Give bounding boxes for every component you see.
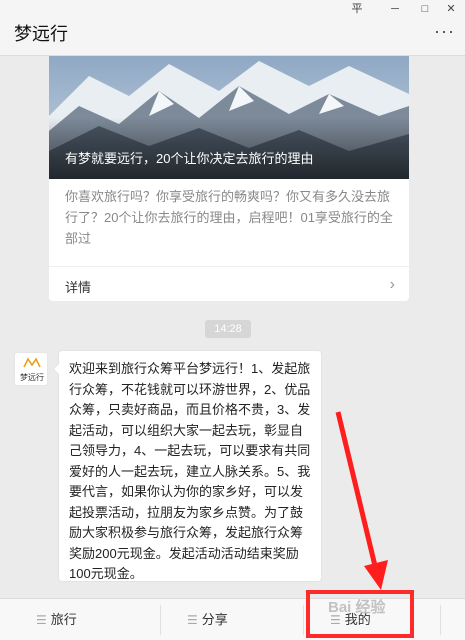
highlight-box	[306, 590, 414, 638]
annotation-arrow	[335, 411, 388, 590]
